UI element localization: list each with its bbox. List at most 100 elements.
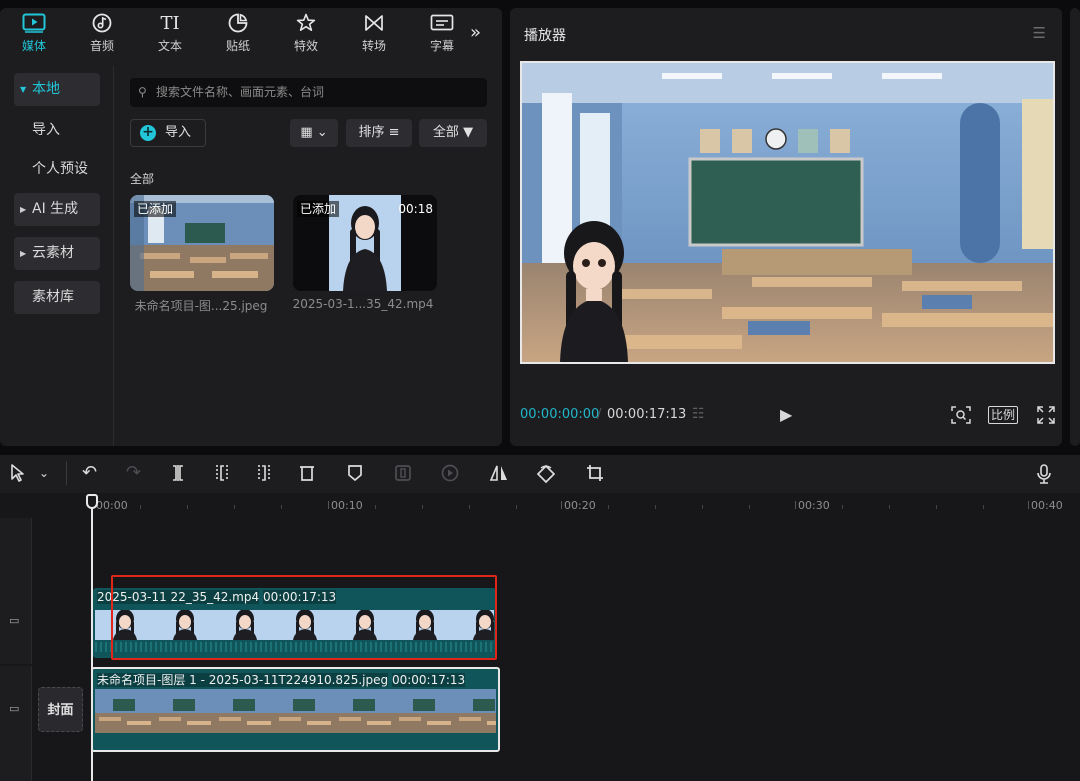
tab-transition-label: 转场 bbox=[361, 38, 386, 53]
media-sidebar: ▼ 本地 导入 个人预设 ▶ AI 生成 ▶ 云素材 素材库 bbox=[0, 66, 114, 446]
sort-icon: ≡ bbox=[388, 125, 400, 140]
sidebar-item-personal-preset-label: 个人预设 bbox=[32, 161, 88, 177]
added-badge: 已添加 bbox=[134, 201, 177, 217]
ruler-label: 00:10 bbox=[331, 499, 363, 512]
subtitle-icon bbox=[430, 13, 454, 35]
tab-text-label: 文本 bbox=[157, 38, 182, 53]
sticker-icon bbox=[228, 13, 248, 35]
rotate-icon[interactable] bbox=[536, 464, 556, 488]
expand-triangle-icon: ▼ bbox=[20, 85, 27, 94]
text-icon: TI bbox=[160, 12, 180, 34]
freeze-frame-icon[interactable] bbox=[394, 464, 412, 486]
filter-button[interactable]: 全部 ▼ bbox=[419, 119, 487, 147]
sidebar-item-personal-preset[interactable]: 个人预设 bbox=[14, 153, 100, 186]
tab-effects-label: 特效 bbox=[293, 38, 318, 53]
tab-media-label: 媒体 bbox=[21, 38, 46, 53]
sidebar-item-import[interactable]: 导入 bbox=[14, 114, 100, 147]
video-track-icon[interactable]: ▭ bbox=[9, 614, 19, 627]
trim-right-icon[interactable] bbox=[256, 464, 272, 486]
menu-icon[interactable]: ☰ bbox=[1033, 24, 1046, 42]
crop-icon[interactable] bbox=[586, 464, 604, 486]
sidebar-item-import-label: 导入 bbox=[32, 122, 60, 138]
video-track-header: ▭ bbox=[0, 586, 32, 664]
sidebar-item-local[interactable]: ▼ 本地 bbox=[14, 73, 100, 106]
tab-effects[interactable]: 特效 bbox=[272, 8, 340, 58]
tab-transition[interactable]: 转场 bbox=[340, 8, 408, 58]
tab-sticker[interactable]: 贴纸 bbox=[204, 8, 272, 58]
image-clip[interactable]: 未命名项目-图层 1 - 2025-03-11T224910.825.jpeg … bbox=[91, 667, 500, 752]
collapsed-triangle-icon: ▶ bbox=[20, 249, 27, 258]
ruler-label: 00:40 bbox=[1031, 499, 1063, 512]
aspect-ratio-button[interactable]: 比例 bbox=[988, 406, 1019, 424]
transition-icon bbox=[364, 13, 384, 35]
toolbar-divider bbox=[66, 461, 67, 485]
media-icon bbox=[22, 13, 46, 35]
player-panel: 播放器 ☰ 00:00:00:00 / 00:00:17:13 ☷ ▶ 比例 bbox=[510, 8, 1062, 446]
plus-icon: + bbox=[140, 125, 156, 141]
preview-canvas[interactable] bbox=[520, 61, 1055, 364]
tab-text[interactable]: TI 文本 bbox=[136, 8, 204, 58]
media-item-caption: 未命名项目-图...25.jpeg bbox=[134, 299, 268, 313]
image-clip-name: 未命名项目-图层 1 - 2025-03-11T224910.825.jpeg bbox=[97, 673, 389, 687]
trim-left-icon[interactable] bbox=[214, 464, 230, 486]
group-label: 全部 bbox=[130, 172, 155, 186]
properties-panel-edge bbox=[1070, 8, 1080, 446]
sidebar-item-ai-generate[interactable]: ▶ AI 生成 bbox=[14, 193, 100, 226]
effects-icon bbox=[296, 13, 316, 35]
video-duration: 00:18 bbox=[398, 202, 433, 216]
tab-audio[interactable]: 音频 bbox=[68, 8, 136, 58]
sidebar-item-cloud[interactable]: ▶ 云素材 bbox=[14, 237, 100, 270]
marker-icon[interactable] bbox=[347, 464, 363, 486]
media-tabs: 媒体 音频 TI 文本 贴纸 特效 转场 字幕 bbox=[0, 8, 502, 58]
fullscreen-icon[interactable] bbox=[1037, 406, 1055, 428]
player-title: 播放器 bbox=[524, 28, 566, 44]
tab-sticker-label: 贴纸 bbox=[225, 38, 250, 53]
playhead[interactable] bbox=[91, 495, 93, 781]
media-item-video[interactable]: 已添加 00:18 bbox=[293, 195, 437, 291]
view-mode-button[interactable]: ▦ ⌄ bbox=[290, 119, 338, 147]
music-icon bbox=[92, 13, 112, 35]
select-cursor-icon[interactable] bbox=[10, 464, 26, 486]
main-track-header: ▭ bbox=[0, 666, 32, 781]
split-icon[interactable] bbox=[170, 464, 186, 486]
cover-button[interactable]: 封面 bbox=[38, 687, 83, 732]
main-track-icon[interactable]: ▭ bbox=[9, 702, 19, 715]
media-item-image[interactable]: 已添加 bbox=[130, 195, 274, 291]
chevron-down-icon[interactable]: ⌄ bbox=[39, 464, 49, 482]
added-badge: 已添加 bbox=[297, 201, 340, 217]
undo-icon[interactable]: ↶ bbox=[82, 464, 97, 482]
highlight-annotation-box bbox=[111, 575, 497, 660]
sidebar-item-library-label: 素材库 bbox=[32, 289, 74, 305]
media-item-caption: 2025-03-1...35_42.mp4 bbox=[292, 297, 434, 311]
tab-media[interactable]: 媒体 bbox=[0, 8, 68, 58]
audio-levels-icon[interactable]: ☷ bbox=[692, 406, 705, 422]
search-icon: ⚲ bbox=[138, 85, 147, 99]
import-button[interactable]: + 导入 bbox=[130, 119, 206, 147]
play-button[interactable]: ▶ bbox=[780, 405, 792, 424]
mirror-icon[interactable] bbox=[489, 464, 509, 486]
search-input[interactable]: ⚲ 搜索文件名称、画面元素、台词 bbox=[130, 78, 487, 107]
zoom-fit-icon[interactable] bbox=[951, 406, 971, 428]
filter-icon: ▼ bbox=[463, 125, 474, 140]
reverse-play-icon[interactable] bbox=[441, 464, 459, 486]
sidebar-item-library[interactable]: 素材库 bbox=[14, 281, 100, 314]
sidebar-item-cloud-label: 云素材 bbox=[32, 245, 74, 261]
timeline-ruler[interactable]: 00:00 00:10 00:20 00:30 00:40 bbox=[0, 493, 1080, 518]
delete-icon[interactable] bbox=[299, 464, 315, 486]
grid-view-icon: ▦ ⌄ bbox=[300, 125, 328, 140]
sort-button[interactable]: 排序 ≡ bbox=[346, 119, 412, 147]
tab-subtitle[interactable]: 字幕 bbox=[408, 8, 476, 58]
image-clip-title: 未命名项目-图层 1 - 2025-03-11T224910.825.jpeg … bbox=[97, 671, 466, 688]
ruler-label: 00:20 bbox=[564, 499, 596, 512]
sidebar-item-local-label: 本地 bbox=[32, 81, 60, 97]
tab-subtitle-label: 字幕 bbox=[429, 38, 454, 53]
playhead-handle[interactable] bbox=[86, 494, 98, 509]
microphone-icon[interactable] bbox=[1036, 464, 1052, 488]
empty-track-header bbox=[0, 518, 32, 586]
sort-button-label: 排序 bbox=[358, 125, 385, 140]
more-tabs-icon[interactable]: » bbox=[470, 22, 481, 43]
ruler-label: 00:30 bbox=[798, 499, 830, 512]
ruler-label: 00:00 bbox=[96, 499, 128, 512]
import-button-label: 导入 bbox=[165, 125, 192, 140]
redo-icon[interactable]: ↷ bbox=[126, 464, 141, 482]
